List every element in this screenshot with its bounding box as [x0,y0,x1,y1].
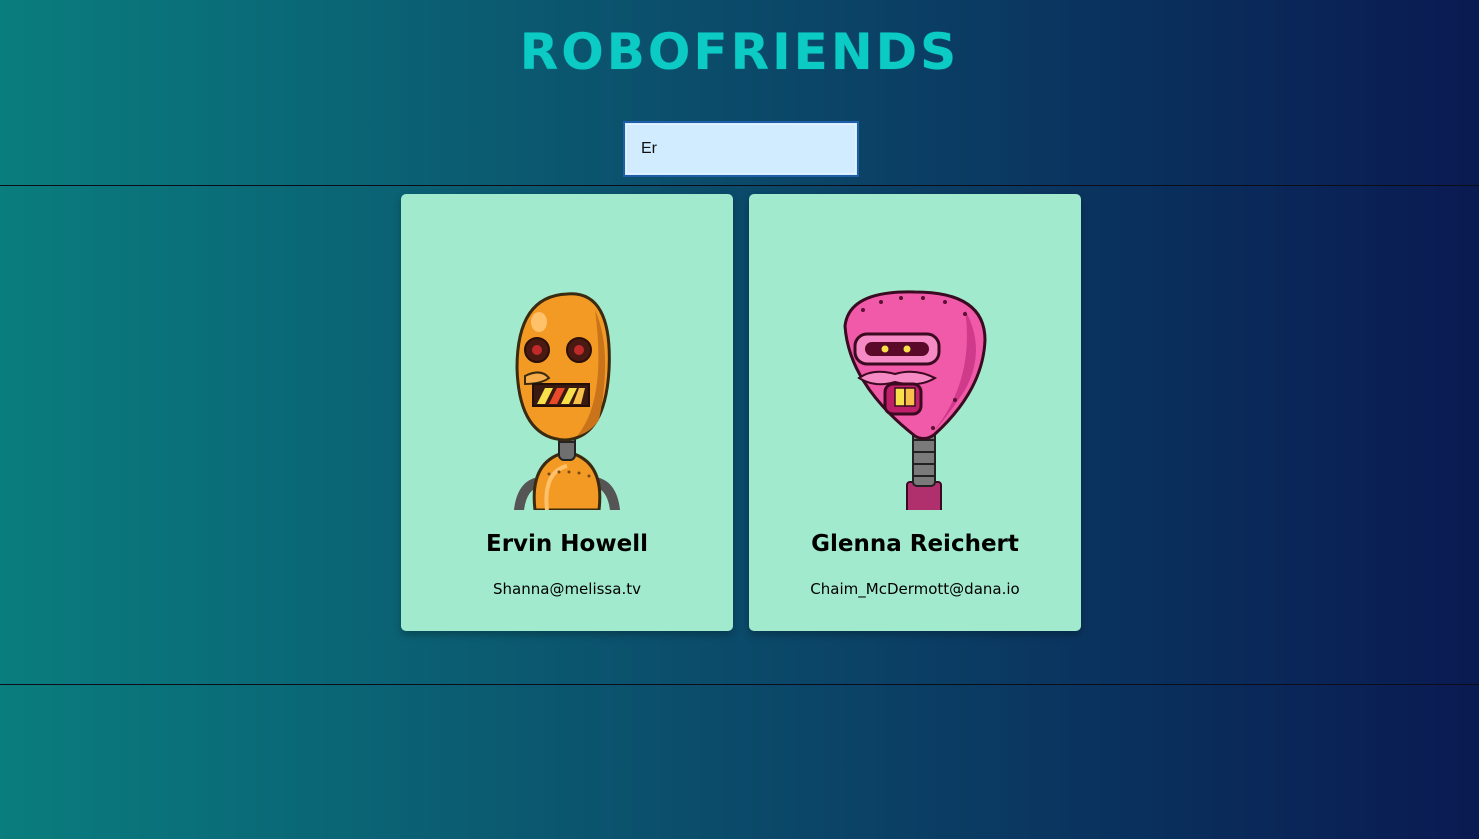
robot-card[interactable]: Ervin Howell Shanna@melissa.tv [401,194,733,631]
top-divider [0,185,1479,186]
robot-email: Chaim_McDermott@dana.io [810,580,1020,598]
robot-name: Ervin Howell [486,531,648,557]
orange-robot-icon [514,292,620,510]
app-logo: ROBOFRIENDS [519,23,960,81]
search-input[interactable] [623,121,859,177]
robot-email: Shanna@melissa.tv [493,580,641,598]
pink-robot-icon [843,290,987,510]
bottom-divider [0,684,1479,685]
robot-name: Glenna Reichert [811,531,1019,557]
robot-card[interactable]: Glenna Reichert Chaim_McDermott@dana.io [749,194,1081,631]
